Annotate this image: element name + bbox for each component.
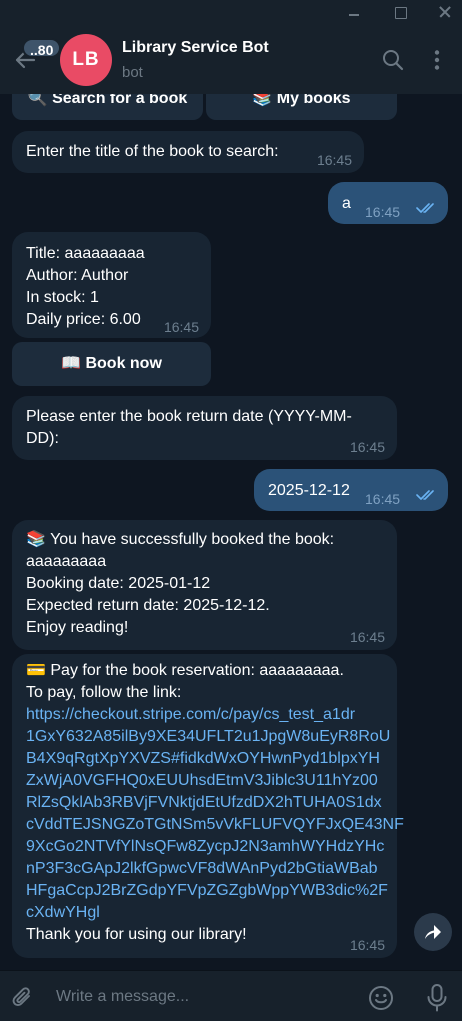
unread-count-badge: ..80 bbox=[22, 38, 62, 58]
message-text: 2025-12-12 bbox=[268, 482, 350, 499]
message-input[interactable] bbox=[56, 983, 356, 1011]
avatar[interactable]: LB bbox=[60, 34, 112, 86]
payment-link[interactable]: ZxWjA0VGFHQ0xEUUhsdEtmV3Jiblc3U11hYz00 bbox=[26, 770, 383, 792]
book-title: Title: aaaaaaaaa bbox=[26, 245, 145, 262]
payment-link[interactable]: B4X9qRgtXpYXVZS#fidkdWxOYHwnPyd1blpxYH bbox=[26, 748, 383, 770]
return-date: Expected return date: 2025-12-12. bbox=[26, 597, 270, 614]
read-check-icon bbox=[416, 490, 434, 500]
book-author: Author: Author bbox=[26, 267, 129, 284]
message-composer bbox=[0, 970, 462, 1021]
outgoing-message: a 16:45 bbox=[328, 182, 448, 224]
message-text: 💳 Pay for the book reservation: aaaaaaaa… bbox=[26, 662, 344, 679]
book-now-button[interactable]: 📖 Book now bbox=[12, 342, 211, 386]
message-text: 📚 You have successfully booked the book: bbox=[26, 531, 335, 548]
incoming-message: 💳 Pay for the book reservation: aaaaaaaa… bbox=[12, 654, 404, 958]
incoming-message: Title: aaaaaaaaa Author: Author In stock… bbox=[12, 232, 211, 338]
message-time: 16:45 bbox=[349, 937, 385, 953]
more-vertical-icon[interactable] bbox=[425, 48, 449, 72]
message-text: Please enter the book return date (YYYY-… bbox=[26, 408, 352, 425]
messages-area: 🔍 Search for a book 📚 My books Enter the… bbox=[0, 94, 462, 970]
forward-arrow-icon bbox=[425, 925, 441, 939]
chat-header: ..80 LB Library Service Bot bot bbox=[0, 24, 462, 94]
message-time: 16:45 bbox=[349, 439, 385, 455]
payment-link[interactable]: https://checkout.stripe.com/c/pay/cs_tes… bbox=[26, 704, 383, 726]
message-time: 16:45 bbox=[365, 491, 401, 507]
book-stock: In stock: 1 bbox=[26, 289, 99, 306]
payment-link[interactable]: 9XcGo2NTVfYlNsQFw8ZycpJ2N3amhWYHdzYHc bbox=[26, 836, 384, 858]
scroll-down-button[interactable] bbox=[414, 913, 452, 951]
payment-link[interactable]: cVddTEJSNGZoTGtNSm5vVkFLUFVQYFJxQE43NF bbox=[26, 814, 404, 836]
incoming-message: 📚 You have successfully booked the book:… bbox=[12, 520, 397, 650]
paperclip-icon[interactable] bbox=[10, 985, 36, 1011]
microphone-icon[interactable] bbox=[424, 983, 450, 1013]
message-time: 16:45 bbox=[365, 204, 401, 220]
window-titlebar bbox=[0, 0, 462, 24]
message-text: Thank you for using our library! bbox=[26, 926, 247, 943]
message-text: To pay, follow the link: bbox=[26, 684, 182, 701]
message-time: 16:45 bbox=[349, 629, 385, 645]
maximize-icon[interactable] bbox=[391, 3, 409, 21]
message-text: DD): bbox=[26, 430, 59, 447]
search-icon[interactable] bbox=[381, 48, 405, 72]
message-time: 16:45 bbox=[316, 152, 352, 168]
message-time: 16:45 bbox=[163, 319, 199, 335]
payment-link[interactable]: 1GxY632A85ilBy9XE34UFLT2u1JpgW8uEyR8RoU bbox=[26, 726, 390, 748]
payment-link[interactable]: nP3F3cGApJ2lkfGpwcVF8dWAnPyd2bGtiaWBab bbox=[26, 858, 383, 880]
close-icon[interactable] bbox=[436, 3, 454, 21]
message-text: Enter the title of the book to search: bbox=[26, 143, 279, 160]
message-text: Enjoy reading! bbox=[26, 619, 129, 636]
outgoing-message: 2025-12-12 16:45 bbox=[254, 469, 448, 511]
search-book-button[interactable]: 🔍 Search for a book bbox=[12, 94, 203, 120]
payment-link[interactable]: HFgaCcpJ2BrZGdpYFVpZGZgbWppYWB3dic%2F bbox=[26, 880, 388, 902]
emoji-icon[interactable] bbox=[368, 985, 394, 1011]
read-check-icon bbox=[416, 203, 434, 213]
my-books-button[interactable]: 📚 My books bbox=[206, 94, 397, 120]
chat-title[interactable]: Library Service Bot bbox=[122, 39, 269, 57]
chat-subtitle: bot bbox=[122, 64, 143, 81]
incoming-message: Enter the title of the book to search: 1… bbox=[12, 131, 364, 173]
incoming-message: Please enter the book return date (YYYY-… bbox=[12, 396, 397, 460]
minimize-icon[interactable] bbox=[345, 3, 363, 21]
payment-link[interactable]: cXdwYHgl bbox=[26, 902, 383, 924]
payment-link[interactable]: RlZsQklAb3RBVjFVNktjdEtUfzdDX2hTUHA0S1dx bbox=[26, 792, 383, 814]
message-text: aaaaaaaaa bbox=[26, 553, 107, 570]
booking-date: Booking date: 2025-01-12 bbox=[26, 575, 211, 592]
